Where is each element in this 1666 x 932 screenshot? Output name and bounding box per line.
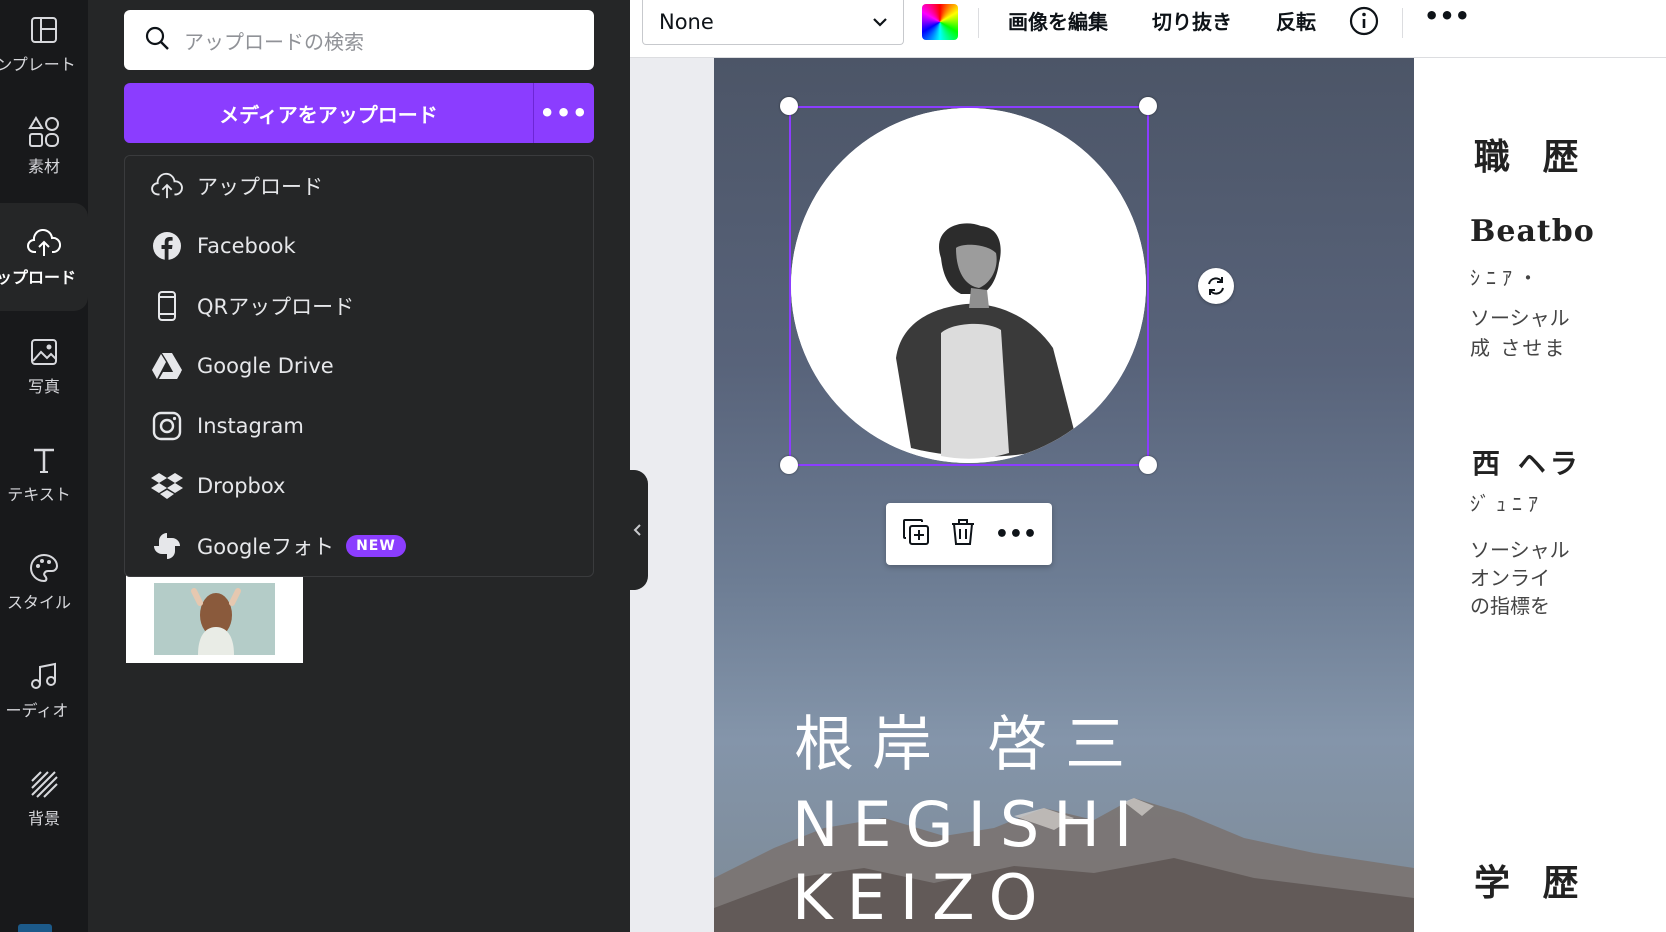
menu-item-qr-upload[interactable]: QRアップロード [125,276,595,336]
rail-label-elements: 素材 [27,157,60,176]
rail-more-indicator[interactable] [18,924,52,932]
upload-panel: アップロードの検索 メディアをアップロード ••• アップロード Faceboo… [88,0,630,932]
facebook-icon [151,230,183,262]
more-options-button[interactable]: ••• [1424,2,1470,30]
instagram-icon [151,410,183,442]
experience-heading: 職 歴 [1474,136,1589,178]
search-icon [144,25,170,55]
education-heading: 学 歴 [1474,862,1589,904]
chevron-left-icon [633,524,641,536]
menu-label-google-photos: Googleフォト [197,535,335,559]
desc-1-line-1: ソーシャル [1470,306,1570,330]
upload-more-button[interactable]: ••• [534,83,594,143]
chevron-down-icon [871,12,889,36]
menu-item-dropbox[interactable]: Dropbox [125,456,595,516]
rotate-button[interactable] [1198,268,1234,304]
toolbar-divider [1402,8,1403,38]
menu-label-facebook: Facebook [197,234,296,258]
rail-label-uploads: ップロード [0,268,76,287]
google-photos-icon [151,530,183,562]
rail-label-background: 背景 [27,809,60,828]
rail-item-elements[interactable]: 素材 [0,92,88,200]
rail-label-templates: ンプレート [0,55,76,74]
resize-handle-bottom-right[interactable] [1139,456,1157,474]
menu-label-google-drive: Google Drive [197,354,334,378]
menu-item-google-drive[interactable]: Google Drive [125,336,595,396]
text-icon [27,443,61,477]
menu-item-instagram[interactable]: Instagram [125,396,595,456]
resize-handle-top-right[interactable] [1139,97,1157,115]
resize-handle-top-left[interactable] [780,97,798,115]
rail-label-photos: 写真 [27,377,60,396]
music-icon [27,659,61,693]
search-input[interactable]: アップロードの検索 [124,10,594,70]
upload-source-menu: アップロード Facebook QRアップロード Google Drive In… [124,155,594,577]
rail-label-text: テキスト [7,485,71,504]
thumbnail-photo [154,583,275,655]
duplicate-icon[interactable] [901,517,931,551]
role-1: ｼﾆｱ・ [1470,266,1544,290]
rail-item-styles[interactable]: スタイル [0,528,88,636]
left-rail: ンプレート 素材 ップロード 写真 テキスト スタイル ーディオ 背景 [0,0,88,932]
rail-item-uploads[interactable]: ップロード [0,203,88,311]
desc-2-line-3: の指標を [1470,594,1550,618]
uploaded-image-thumbnail[interactable] [126,575,303,663]
palette-icon [27,551,61,585]
google-drive-icon [151,350,183,382]
phone-icon [151,290,183,322]
company-2: 西 ヘラ [1472,447,1582,480]
rail-label-styles: スタイル [6,593,71,612]
new-badge: NEW [346,535,406,557]
rail-item-templates[interactable]: ンプレート [0,0,88,98]
font-select-value: None [659,10,714,34]
cloud-upload-icon [151,170,183,202]
edit-image-button[interactable]: 画像を編集 [1008,6,1108,35]
menu-label-upload: アップロード [197,175,323,199]
crop-button[interactable]: 切り抜き [1152,6,1232,35]
name-japanese[interactable]: 根岸 啓三 [794,696,1143,783]
design-page[interactable]: ••• 根岸 啓三 NEGISHI KEIZO [714,58,1414,932]
top-toolbar: None 画像を編集 切り抜き 反転 ••• [630,0,1666,58]
info-icon[interactable] [1348,5,1380,41]
desc-1-line-2: 成 させま [1470,336,1567,360]
desc-2-line-1: ソーシャル [1470,538,1570,562]
template-icon [27,13,61,47]
element-context-menu: ••• [886,503,1052,565]
context-more-button[interactable]: ••• [995,522,1037,547]
desc-2-line-2: オンライ [1470,566,1550,590]
search-placeholder: アップロードの検索 [184,29,364,54]
menu-label-instagram: Instagram [197,414,304,438]
selection-box [789,106,1149,466]
rail-label-audio: ーディオ [5,701,69,720]
upload-media-button-group: メディアをアップロード ••• [124,83,594,143]
menu-item-upload[interactable]: アップロード [125,156,595,216]
menu-label-qr-upload: QRアップロード [197,295,355,319]
dropbox-icon [151,470,183,502]
photo-icon [27,335,61,369]
panel-collapse-toggle[interactable] [628,470,648,590]
menu-item-facebook[interactable]: Facebook [125,216,595,276]
role-2: ｼﾞｭﾆｱ [1470,492,1544,516]
upload-cloud-icon [27,226,61,260]
font-select[interactable]: None [642,0,904,45]
background-icon [27,767,61,801]
rail-item-photos[interactable]: 写真 [0,312,88,420]
rail-item-text[interactable]: テキスト [0,420,88,528]
rail-item-background[interactable]: 背景 [0,744,88,852]
company-1: Beatbo [1470,214,1595,249]
upload-media-button[interactable]: メディアをアップロード [124,83,534,143]
name-english[interactable]: NEGISHI KEIZO [792,788,1414,932]
color-picker-button[interactable] [922,4,958,40]
menu-item-google-photos[interactable]: Googleフォト NEW [125,516,595,576]
trash-icon[interactable] [949,517,977,551]
resize-handle-bottom-left[interactable] [780,456,798,474]
elements-icon [27,115,61,149]
design-page-2[interactable]: 職 歴 Beatbo ｼﾆｱ・ ソーシャル 成 させま 西 ヘラ ｼﾞｭﾆｱ ソ… [1414,58,1666,932]
flip-button[interactable]: 反転 [1276,6,1316,35]
menu-label-dropbox: Dropbox [197,474,286,498]
rail-item-audio[interactable]: ーディオ [0,636,88,744]
rotate-icon [1208,277,1224,295]
toolbar-divider [978,8,979,38]
